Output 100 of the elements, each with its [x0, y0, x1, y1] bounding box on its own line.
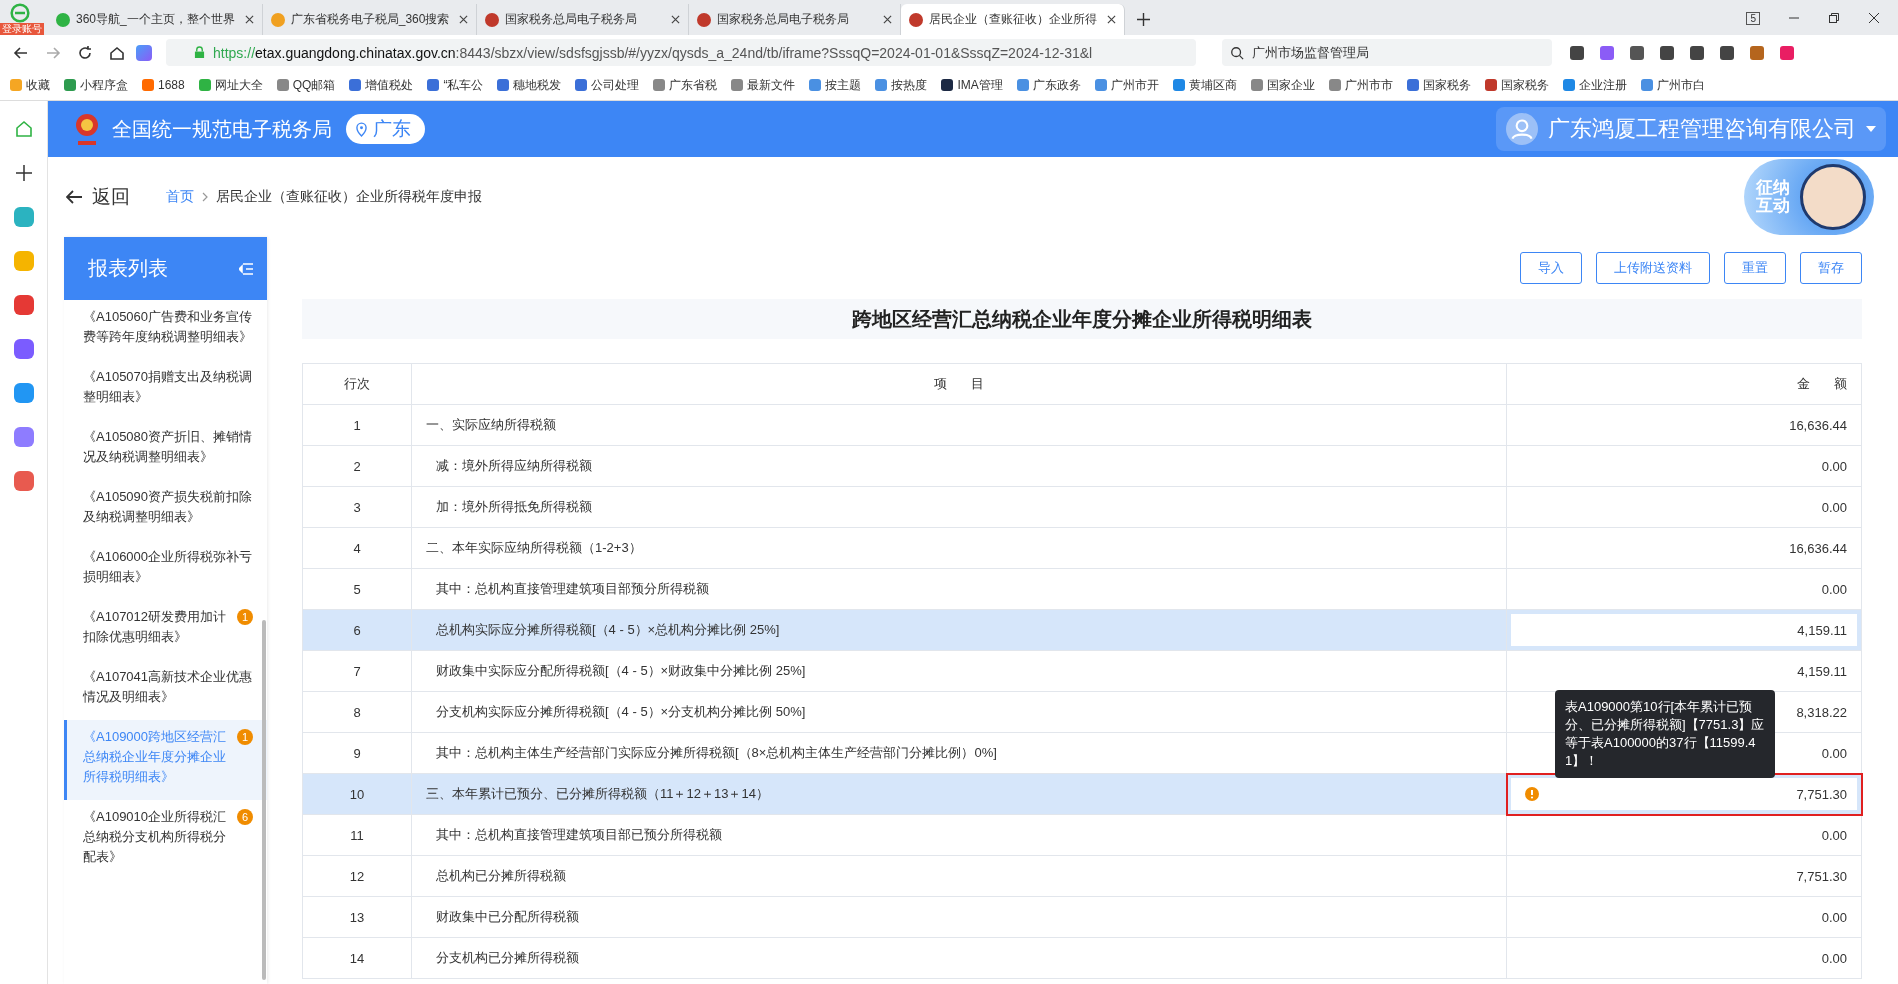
extension-icon[interactable] [1600, 45, 1614, 60]
sidebar-item[interactable]: 《A107012研发费用加计扣除优惠明细表》 1 [64, 600, 267, 660]
bookmark-item[interactable]: 收藏 [10, 76, 50, 94]
toolbar-button[interactable]: 重置 [1724, 252, 1786, 284]
bookmark-item[interactable]: 小程序盒 [64, 76, 128, 94]
close-icon[interactable] [1868, 12, 1880, 24]
app-icon[interactable] [13, 295, 34, 315]
sidebar-item[interactable]: 《A107041高新技术企业优惠情况及明细表》 [64, 660, 267, 720]
login-badge[interactable]: 登录账号 [0, 23, 44, 35]
form-title: 跨地区经营汇总纳税企业年度分摊企业所得税明细表 [852, 306, 1312, 332]
extension-icon[interactable] [1660, 45, 1674, 60]
table-cell: 一、实际应纳所得税额 [411, 404, 1507, 446]
bookmark-item[interactable]: 企业注册 [1562, 76, 1627, 94]
bookmark-item[interactable]: 按热度 [875, 76, 928, 94]
bookmark-item[interactable]: 按主题 [809, 76, 862, 94]
close-icon[interactable] [244, 15, 254, 24]
site-title: 全国统一规范电子税务局 [112, 116, 332, 142]
breadcrumb-separator-icon [202, 192, 208, 202]
extension-icon[interactable] [1720, 45, 1734, 60]
bookmark-item[interactable]: 国家税务 [1406, 76, 1471, 94]
bookmark-item[interactable]: 广东省税 [653, 76, 718, 94]
sidebar-item[interactable]: 《A105090资产损失税前扣除及纳税调整明细表》 [64, 480, 267, 540]
extension-icon[interactable] [1750, 45, 1764, 60]
region-selector[interactable]: 广东 [346, 114, 425, 144]
extension-icon[interactable] [1570, 45, 1584, 60]
table-cell: 0.00 [1506, 814, 1862, 856]
close-icon[interactable] [1107, 15, 1117, 24]
add-icon[interactable] [13, 163, 34, 183]
error-tooltip: 表A109000第10行[本年累计已预分、已分摊所得税额]【7751.3】应等于表A100000的37行【11599.41】！ [1555, 690, 1775, 778]
lock-icon [194, 46, 205, 59]
table-cell: 14 [302, 937, 412, 979]
home-icon[interactable] [109, 44, 125, 61]
bookmark-item[interactable]: “私车公 [427, 76, 484, 94]
column-header: 项 目 [411, 363, 1507, 405]
table-cell: 0.00 [1506, 486, 1862, 528]
toolbar-button[interactable]: 上传附送资料 [1596, 252, 1710, 284]
browser-tab[interactable]: 居民企业（查账征收）企业所得 [901, 4, 1126, 35]
bookmark-item[interactable]: 广州市白 [1640, 76, 1705, 94]
count-badge: 1 [237, 729, 253, 745]
site-icon [56, 12, 70, 27]
extension-icon[interactable] [1690, 45, 1704, 60]
table-cell: 11 [302, 814, 412, 856]
extension-icon[interactable] [1630, 45, 1644, 60]
bookmark-item[interactable]: 增值税处 [349, 76, 414, 94]
back-icon[interactable] [13, 44, 29, 61]
table-cell: 二、本年实际应纳所得税额（1-2+3） [411, 527, 1507, 569]
tab-count[interactable]: 5 [1746, 12, 1760, 25]
table-cell: 3 [302, 486, 412, 528]
menu-icon[interactable] [239, 262, 253, 275]
search-icon [1230, 45, 1244, 60]
search-field[interactable]: 广州市场监督管理局 [1222, 39, 1552, 66]
bookmark-item[interactable]: 1688 [142, 78, 185, 92]
close-icon[interactable] [883, 15, 893, 24]
bookmark-item[interactable]: IMA管理 [941, 76, 1003, 94]
toolbar-button[interactable]: 导入 [1520, 252, 1582, 284]
app-icon[interactable] [13, 471, 34, 491]
close-icon[interactable] [459, 15, 469, 24]
new-tab-icon[interactable] [1137, 13, 1151, 26]
table-cell: 0.00 [1506, 896, 1862, 938]
table-cell: 6 [302, 609, 412, 651]
bookmark-item[interactable]: QQ邮箱 [276, 76, 336, 94]
ai-icon[interactable] [136, 44, 152, 61]
sidebar-item[interactable]: 《A105070捐赠支出及纳税调整明细表》 [64, 360, 267, 420]
count-badge: 1 [237, 609, 253, 625]
table-cell: 0.00 [1506, 568, 1862, 610]
bookmark-item[interactable]: 穗地税发 [497, 76, 562, 94]
bookmark-item[interactable]: 广东政务 [1016, 76, 1081, 94]
reload-icon[interactable] [77, 44, 93, 61]
bookmark-item[interactable]: 广州市开 [1094, 76, 1159, 94]
bookmark-item[interactable]: 国家企业 [1250, 76, 1315, 94]
back-link[interactable]: 返回 [66, 184, 130, 210]
table-cell: 三、本年累计已预分、已分摊所得税额（11＋12＋13＋14） [411, 773, 1507, 815]
bookmark-item[interactable]: 黄埔区商 [1172, 76, 1237, 94]
sidebar-item[interactable]: 《A105080资产折旧、摊销情况及纳税调整明细表》 [64, 420, 267, 480]
table-cell: 财政集中已分配所得税额 [411, 896, 1507, 938]
mascot-avatar-icon [1800, 164, 1866, 230]
site-icon [485, 12, 500, 27]
breadcrumb-item[interactable]: 首页 [166, 188, 194, 206]
bookmark-item[interactable]: 网址大全 [198, 76, 263, 94]
close-icon[interactable] [671, 15, 681, 24]
sidebar-item[interactable]: 《A106000企业所得税弥补亏损明细表》 [64, 540, 267, 600]
sidebar-item[interactable]: 《A109010企业所得税汇总纳税分支机构所得税分配表》 6 [64, 800, 267, 880]
sidebar-item[interactable]: 《A105060广告费和业务宣传费等跨年度纳税调整明细表》 [64, 300, 267, 360]
column-header: 行次 [302, 363, 412, 405]
app-icon[interactable] [13, 427, 34, 447]
restore-icon[interactable] [1828, 12, 1840, 24]
bookmark-item[interactable]: 公司处理 [575, 76, 640, 94]
toolbar-button[interactable]: 暂存 [1800, 252, 1862, 284]
app-icon[interactable] [13, 383, 34, 403]
app-icon[interactable] [13, 339, 34, 359]
amount-input[interactable]: 4,159.11 [1506, 609, 1862, 651]
address-field[interactable]: https://etax.guangdong.chinatax.gov.cn:8443/sbzx/view/sdsfsgjssb/#/yyzx/qysds_a_24nd/tb/iframe?SssqQ=2024-01-01&SssqZ=2024-12-31&l [166, 39, 1196, 66]
table-cell: 2 [302, 445, 412, 487]
bookmark-item[interactable]: 国家税务 [1484, 76, 1549, 94]
extension-icon[interactable] [1780, 45, 1794, 60]
table-cell: 10 [302, 773, 412, 815]
table-cell: 7,751.30 [1506, 855, 1862, 897]
bookmark-item[interactable]: 广州市市 [1328, 76, 1393, 94]
table-cell: 1 [302, 404, 412, 446]
bookmark-item[interactable]: 最新文件 [731, 76, 796, 94]
